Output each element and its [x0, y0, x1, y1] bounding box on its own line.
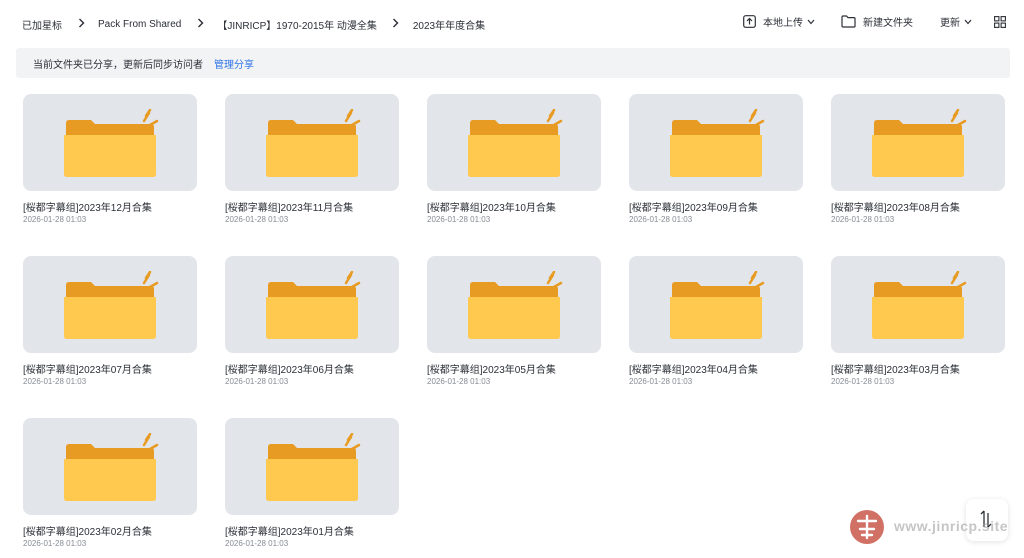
folder-card[interactable]: [桜都字幕组]2023年09月合集 2026-01-28 01:03 [629, 94, 803, 234]
folder-name: [桜都字幕组]2023年06月合集 [225, 365, 354, 376]
folder-card[interactable]: [桜都字幕组]2023年11月合集 2026-01-28 01:03 [225, 94, 399, 234]
folder-grid: [桜都字幕组]2023年12月合集 2026-01-28 01:03 [桜都字幕… [0, 0, 1024, 551]
folder-name: [桜都字幕组]2023年02月合集 [23, 527, 152, 538]
folder-thumbnail [23, 418, 197, 515]
folder-card[interactable]: [桜都字幕组]2023年01月合集 2026-01-28 01:03 [225, 418, 399, 558]
folder-card[interactable]: [桜都字幕组]2023年10月合集 2026-01-28 01:03 [427, 94, 601, 234]
folder-card[interactable]: [桜都字幕组]2023年02月合集 2026-01-28 01:03 [23, 418, 197, 558]
folder-thumbnail [23, 94, 197, 191]
folder-icon [266, 433, 361, 501]
folder-name: [桜都字幕组]2023年12月合集 [23, 203, 152, 214]
folder-name: [桜都字幕组]2023年11月合集 [225, 203, 354, 214]
folder-thumbnail [427, 256, 601, 353]
folder-thumbnail [225, 94, 399, 191]
folder-date: 2026-01-28 01:03 [831, 215, 895, 224]
folder-card[interactable]: [桜都字幕组]2023年04月合集 2026-01-28 01:03 [629, 256, 803, 396]
folder-thumbnail [23, 256, 197, 353]
folder-card[interactable]: [桜都字幕组]2023年05月合集 2026-01-28 01:03 [427, 256, 601, 396]
folder-card[interactable]: [桜都字幕组]2023年03月合集 2026-01-28 01:03 [831, 256, 1005, 396]
folder-date: 2026-01-28 01:03 [23, 377, 87, 386]
folder-date: 2026-01-28 01:03 [427, 377, 491, 386]
folder-name: [桜都字幕组]2023年07月合集 [23, 365, 152, 376]
folder-icon [670, 109, 765, 177]
watermark: www.jinricp.site [848, 508, 1018, 546]
folder-thumbnail [225, 256, 399, 353]
folder-icon [872, 109, 967, 177]
folder-icon [64, 433, 159, 501]
folder-date: 2026-01-28 01:03 [629, 377, 693, 386]
folder-icon [266, 109, 361, 177]
folder-name: [桜都字幕组]2023年05月合集 [427, 365, 556, 376]
folder-thumbnail [225, 418, 399, 515]
watermark-text: www.jinricp.site [894, 518, 1009, 534]
jinricp-logo [850, 510, 884, 544]
folder-name: [桜都字幕组]2023年10月合集 [427, 203, 556, 214]
folder-date: 2026-01-28 01:03 [225, 215, 289, 224]
folder-name: [桜都字幕组]2023年04月合集 [629, 365, 758, 376]
folder-card[interactable]: [桜都字幕组]2023年07月合集 2026-01-28 01:03 [23, 256, 197, 396]
folder-icon [266, 271, 361, 339]
folder-name: [桜都字幕组]2023年01月合集 [225, 527, 354, 538]
folder-icon [64, 271, 159, 339]
folder-name: [桜都字幕组]2023年08月合集 [831, 203, 960, 214]
folder-icon [872, 271, 967, 339]
folder-thumbnail [629, 256, 803, 353]
folder-name: [桜都字幕组]2023年09月合集 [629, 203, 758, 214]
folder-date: 2026-01-28 01:03 [629, 215, 693, 224]
folder-thumbnail [831, 256, 1005, 353]
folder-date: 2026-01-28 01:03 [831, 377, 895, 386]
folder-icon [468, 109, 563, 177]
folder-date: 2026-01-28 01:03 [225, 539, 289, 548]
folder-date: 2026-01-28 01:03 [23, 539, 87, 548]
folder-date: 2026-01-28 01:03 [23, 215, 87, 224]
folder-thumbnail [629, 94, 803, 191]
folder-date: 2026-01-28 01:03 [427, 215, 491, 224]
folder-name: [桜都字幕组]2023年03月合集 [831, 365, 960, 376]
folder-icon [468, 271, 563, 339]
folder-card[interactable]: [桜都字幕组]2023年12月合集 2026-01-28 01:03 [23, 94, 197, 234]
folder-date: 2026-01-28 01:03 [225, 377, 289, 386]
folder-thumbnail [427, 94, 601, 191]
folder-card[interactable]: [桜都字幕组]2023年08月合集 2026-01-28 01:03 [831, 94, 1005, 234]
folder-icon [670, 271, 765, 339]
folder-card[interactable]: [桜都字幕组]2023年06月合集 2026-01-28 01:03 [225, 256, 399, 396]
folder-icon [64, 109, 159, 177]
folder-thumbnail [831, 94, 1005, 191]
